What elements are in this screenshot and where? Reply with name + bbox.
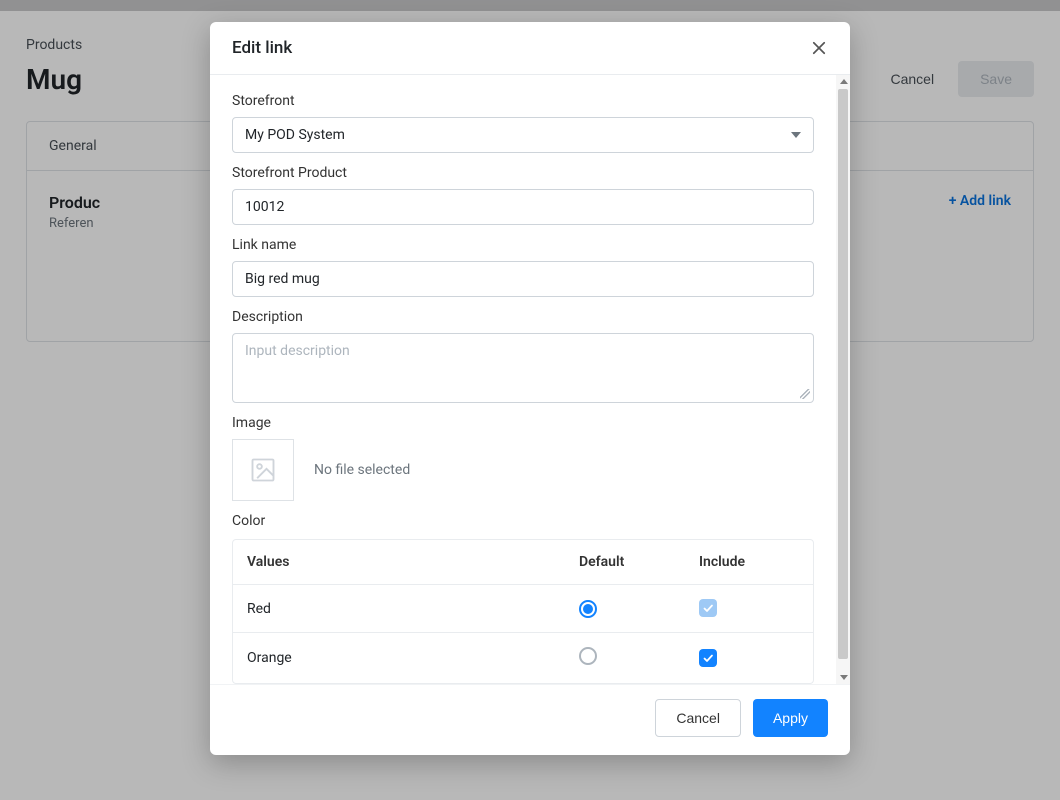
color-value: Orange — [247, 650, 579, 666]
color-value: Red — [247, 601, 579, 617]
include-checkbox — [699, 599, 717, 617]
storefront-label: Storefront — [232, 93, 814, 109]
description-textarea[interactable]: Input description — [232, 333, 814, 403]
description-label: Description — [232, 309, 814, 325]
scrollbar-thumb[interactable] — [838, 89, 848, 659]
storefront-value: My POD System — [245, 127, 345, 143]
modal-apply-button[interactable]: Apply — [753, 699, 828, 737]
edit-link-modal: Edit link Storefront My POD System Store… — [210, 22, 850, 755]
color-row-red: Red — [233, 584, 813, 632]
col-header-default: Default — [579, 554, 699, 570]
chevron-down-icon — [791, 132, 801, 138]
storefront-select[interactable]: My POD System — [232, 117, 814, 153]
storefront-product-value: 10012 — [245, 199, 284, 215]
link-name-value: Big red mug — [245, 271, 320, 287]
storefront-product-label: Storefront Product — [232, 165, 814, 181]
col-header-values: Values — [247, 554, 579, 570]
resize-handle-icon[interactable] — [800, 389, 810, 399]
link-name-input[interactable]: Big red mug — [232, 261, 814, 297]
color-row-orange: Orange — [233, 632, 813, 683]
col-header-include: Include — [699, 554, 799, 570]
link-name-label: Link name — [232, 237, 814, 253]
description-placeholder: Input description — [245, 343, 350, 359]
storefront-product-input[interactable]: 10012 — [232, 189, 814, 225]
image-picker[interactable] — [232, 439, 294, 501]
include-checkbox[interactable] — [699, 649, 717, 667]
color-grid: Values Default Include Red — [232, 539, 814, 684]
close-icon[interactable] — [810, 39, 828, 57]
default-radio[interactable] — [579, 647, 597, 665]
image-label: Image — [232, 415, 814, 431]
color-label: Color — [232, 513, 814, 529]
image-helper-text: No file selected — [314, 462, 410, 478]
default-radio[interactable] — [579, 600, 597, 618]
modal-scrollbar[interactable] — [836, 75, 850, 684]
modal-title: Edit link — [232, 38, 292, 58]
modal-cancel-button[interactable]: Cancel — [655, 699, 741, 737]
